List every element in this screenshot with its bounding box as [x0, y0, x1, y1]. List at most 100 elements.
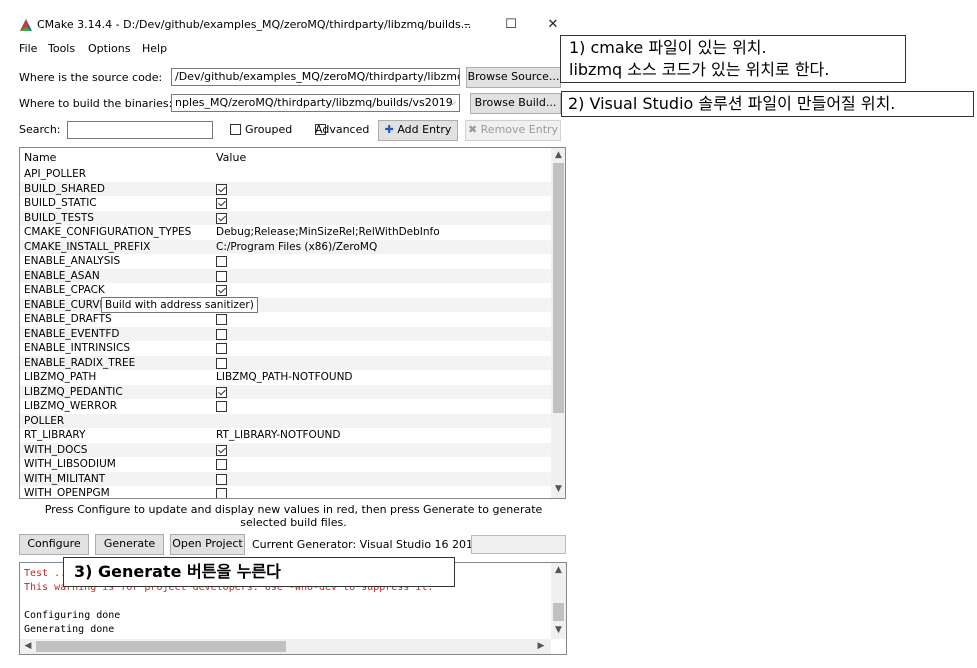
table-row[interactable]: ENABLE_RADIX_TREE [20, 355, 551, 370]
output-hscrollbar[interactable]: ◀ ▶ [20, 639, 551, 654]
add-entry-button[interactable]: ✚ Add Entry [378, 120, 458, 141]
browse-source-button[interactable]: Browse Source... [466, 67, 561, 88]
entry-name: LIBZMQ_PATH [24, 371, 97, 383]
entry-checkbox[interactable] [216, 285, 227, 296]
entry-name: ENABLE_ANALYSIS [24, 255, 121, 267]
table-row[interactable]: ENABLE_INTRINSICS [20, 341, 551, 356]
table-row[interactable]: WITH_LIBSODIUM [20, 457, 551, 472]
search-input[interactable] [67, 121, 213, 139]
remove-entry-label: Remove Entry [480, 123, 559, 136]
table-row[interactable]: BUILD_TESTS [20, 210, 551, 225]
chevron-down-icon[interactable]: ⌵ [449, 96, 456, 110]
table-row[interactable]: ENABLE_EVENTFD [20, 326, 551, 341]
table-body: API_POLLER BUILD_SHARED BUILD_STATIC BUILD_… [20, 167, 551, 498]
entry-checkbox[interactable] [216, 270, 227, 282]
table-row[interactable]: LIBZMQ_WERROR [20, 399, 551, 414]
scroll-thumb[interactable] [36, 641, 286, 652]
entry-checkbox[interactable] [216, 212, 227, 224]
column-header-name[interactable]: Name [24, 151, 56, 164]
table-row[interactable]: API_POLLER [20, 167, 551, 182]
entry-value[interactable]: LIBZMQ_PATH-NOTFOUND [216, 370, 353, 384]
table-scrollbar[interactable]: ▲ ▼ [551, 148, 565, 498]
table-row[interactable]: RT_LIBRARY RT_LIBRARY-NOTFOUND [20, 428, 551, 443]
table-row[interactable]: BUILD_SHARED [20, 181, 551, 196]
add-entry-label: Add Entry [397, 123, 452, 136]
scroll-right-icon[interactable]: ▶ [535, 641, 547, 651]
entry-checkbox[interactable] [216, 386, 227, 398]
entry-name: API_POLLER [24, 168, 87, 180]
table-row[interactable]: WITH_OPENPGM [20, 486, 551, 498]
annotation-generate: 3) Generate 버튼을 누른다 [63, 557, 455, 587]
entry-checkbox[interactable] [216, 198, 227, 209]
entry-checkbox[interactable] [216, 444, 227, 456]
annotation-source-line2: libzmq 소스 코드가 있는 위치로 한다. [569, 60, 830, 79]
column-header-value[interactable]: Value [216, 151, 246, 164]
scroll-down-icon[interactable]: ▼ [551, 484, 565, 494]
open-project-button[interactable]: Open Project [170, 534, 245, 555]
grouped-checkbox[interactable] [230, 124, 241, 135]
table-row[interactable]: CMAKE_CONFIGURATION_TYPES Debug;Release;M… [20, 225, 551, 240]
browse-build-button[interactable]: Browse Build... [470, 93, 561, 114]
table-row[interactable]: ENABLE_ANALYSIS [20, 254, 551, 269]
menu-help[interactable]: Help [142, 42, 167, 55]
table-row[interactable]: LIBZMQ_PEDANTIC [20, 384, 551, 399]
entry-name: CMAKE_INSTALL_PREFIX [24, 240, 151, 253]
remove-entry-button[interactable]: ✖ Remove Entry [465, 120, 561, 141]
current-generator-label: Current Generator: Visual Studio 16 2019 [252, 538, 481, 551]
menu-options[interactable]: Options [88, 42, 130, 55]
source-path-input[interactable]: /Dev/github/examples_MQ/zeroMQ/thirdpart… [171, 68, 460, 86]
entry-checkbox[interactable] [216, 314, 227, 325]
entry-name: ENABLE_INTRINSICS [24, 342, 130, 354]
entry-checkbox[interactable] [216, 473, 227, 485]
menu-bar: File Tools Options Help [13, 40, 574, 58]
scroll-up-icon[interactable]: ▲ [551, 150, 565, 160]
table-row[interactable]: ENABLE_DRAFTS [20, 312, 551, 327]
window-title: CMake 3.14.4 - D:/Dev/github/examples_MQ… [37, 18, 472, 31]
table-row[interactable]: BUILD_STATIC [20, 196, 551, 211]
entry-value[interactable]: Debug;Release;MinSizeRel;RelWithDebInfo [216, 225, 440, 239]
scroll-thumb[interactable] [553, 163, 564, 413]
entry-checkbox[interactable] [216, 459, 227, 470]
entry-checkbox[interactable] [216, 183, 227, 195]
table-row[interactable]: CMAKE_INSTALL_PREFIX C:/Program Files (x8… [20, 239, 551, 254]
output-line: Configuring done [24, 610, 121, 621]
entry-checkbox[interactable] [216, 401, 227, 412]
entry-name: ENABLE_RADIX_TREE [24, 356, 136, 369]
entry-checkbox[interactable] [216, 357, 227, 369]
entry-checkbox[interactable] [216, 488, 227, 498]
build-path-combobox[interactable]: nples_MQ/zeroMQ/thirdparty/libzmq/builds… [171, 94, 460, 112]
entry-checkbox[interactable] [216, 256, 227, 267]
entry-name: LIBZMQ_WERROR [24, 400, 118, 412]
table-row[interactable]: WITH_MILITANT [20, 471, 551, 486]
table-row[interactable]: LIBZMQ_PATH LIBZMQ_PATH-NOTFOUND [20, 370, 551, 385]
configure-button[interactable]: Configure [19, 534, 89, 555]
entry-name: CMAKE_CONFIGURATION_TYPES [24, 226, 192, 238]
scroll-left-icon[interactable]: ◀ [22, 641, 34, 651]
minimize-button[interactable]: – [452, 14, 482, 36]
menu-file[interactable]: File [19, 42, 37, 55]
close-button[interactable]: ✕ [538, 14, 568, 36]
scroll-down-icon[interactable]: ▼ [551, 625, 566, 635]
scroll-up-icon[interactable]: ▲ [551, 565, 566, 575]
output-vscrollbar[interactable]: ▲ ▼ [551, 563, 566, 639]
entry-value[interactable]: RT_LIBRARY-NOTFOUND [216, 428, 340, 442]
entry-checkbox[interactable] [216, 343, 227, 354]
annotation-source-line1: 1) cmake 파일이 있는 위치. [569, 38, 767, 57]
entry-value[interactable]: C:/Program Files (x86)/ZeroMQ [216, 240, 377, 254]
scroll-thumb[interactable] [553, 603, 564, 621]
maximize-button[interactable]: ☐ [496, 14, 526, 36]
grouped-label: Grouped [245, 123, 293, 136]
table-row[interactable]: POLLER [20, 413, 551, 428]
progress-bar [471, 535, 566, 554]
table-row[interactable]: ENABLE_ASAN [20, 268, 551, 283]
entry-checkbox[interactable] [216, 328, 227, 340]
entry-name: WITH_LIBSODIUM [24, 458, 116, 470]
table-row[interactable]: ENABLE_CURVE [20, 297, 551, 312]
table-row[interactable]: ENABLE_CPACK [20, 283, 551, 298]
table-header: Name Value [20, 148, 551, 166]
table-row[interactable]: WITH_DOCS [20, 442, 551, 457]
generate-button[interactable]: Generate [95, 534, 164, 555]
menu-tools[interactable]: Tools [48, 42, 75, 55]
cmake-logo-icon [20, 19, 32, 31]
entry-name: WITH_MILITANT [24, 472, 106, 485]
